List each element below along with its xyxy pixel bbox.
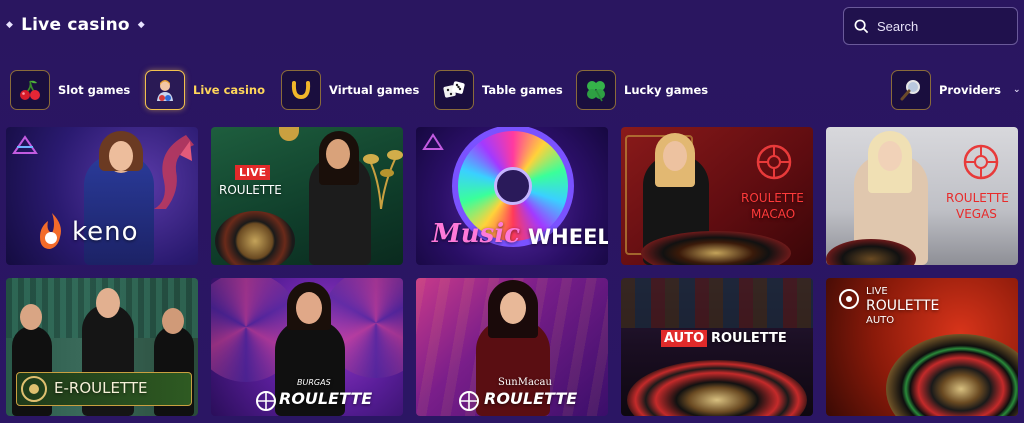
game-tile-music-wheel[interactable]: Music WHEEL [416,127,608,265]
game-tile-roulette-macao[interactable]: ROULETTE MACAO [621,127,813,265]
game-brand: BURGAS [297,378,331,387]
chevron-down-icon: ⌄ [1013,85,1021,95]
game-subtitle: VEGAS [956,207,997,221]
search-input[interactable] [877,18,1007,34]
provider-logo-icon [12,135,38,154]
page-title-text: Live casino [21,15,130,35]
category-slot-games[interactable]: Slot games [10,68,130,112]
diamond-icon: ◆ [137,20,145,30]
game-tile-live-roulette-auto[interactable]: LIVE ROULETTE AUTO [826,278,1018,416]
roulette-logo-icon [756,144,792,180]
game-title: ROULETTE [711,331,787,346]
providers-dropdown[interactable]: Providers ⌄ [891,68,1021,112]
dice-icon [434,70,474,110]
category-label: Lucky games [624,83,709,97]
category-label: Live casino [193,83,266,97]
game-title: keno [72,217,139,247]
game-title: ROULETTE [279,389,373,408]
game-brand: SunMacau [498,377,552,388]
cherry-icon [10,70,50,110]
game-tile-sunmacau-roulette[interactable]: SunMacau ROULETTE [416,278,608,416]
page-title: ◆ Live casino ◆ [6,15,145,35]
flame-logo-icon [40,213,61,249]
diamond-icon: ◆ [6,20,14,30]
dragon-icon [154,135,194,209]
magnifier-icon [891,70,931,110]
providers-label: Providers [939,83,1001,97]
live-badge: LIVE [235,165,271,180]
header: ◆ Live casino ◆ [0,0,1024,56]
category-label: Table games [482,83,563,97]
clover-icon [576,70,616,110]
roulette-logo-icon [21,376,47,402]
game-title: ROULETTE [219,183,282,197]
auto-badge: AUTO [661,330,708,347]
game-tile-auto-roulette[interactable]: AUTO ROULETTE [621,278,813,416]
game-tile-keno[interactable]: keno [6,127,198,265]
category-label: Virtual games [329,83,420,97]
game-title-part-b: WHEEL [528,225,608,249]
game-title: ROULETTE [484,389,578,408]
category-lucky-games[interactable]: Lucky games [576,68,708,112]
roulette-logo-icon [256,391,276,411]
roulette-logo-icon [963,144,999,180]
category-nav: Slot games Live casino Virtual games Tab… [0,68,1024,114]
provider-logo-icon [422,133,444,150]
game-subtitle: AUTO [866,315,895,326]
category-label: Slot games [58,83,131,97]
horseshoe-icon [281,70,321,110]
roulette-logo-icon [459,391,479,411]
croupier-icon [145,70,185,110]
plant-icon [363,150,403,209]
game-title-part-a: Music [432,219,521,249]
category-live-casino[interactable]: Live casino [145,68,265,112]
category-virtual-games[interactable]: Virtual games [281,68,419,112]
game-tile-burgas-roulette[interactable]: BURGAS ROULETTE [211,278,403,416]
game-subtitle: MACAO [751,207,796,221]
search-icon [854,19,869,33]
search-box[interactable] [843,7,1018,45]
game-title: ROULETTE [946,191,1009,205]
game-title: E-ROULETTE [54,379,148,397]
category-table-games[interactable]: Table games [434,68,563,112]
roulette-logo-icon [839,289,859,309]
game-tile-live-roulette[interactable]: LIVE ROULETTE [211,127,403,265]
game-title: ROULETTE [866,298,940,314]
game-tile-roulette-vegas[interactable]: ROULETTE VEGAS [826,127,1018,265]
game-tile-e-roulette[interactable]: E-ROULETTE [6,278,198,416]
live-label: LIVE [866,286,888,297]
game-title: ROULETTE [741,191,804,205]
